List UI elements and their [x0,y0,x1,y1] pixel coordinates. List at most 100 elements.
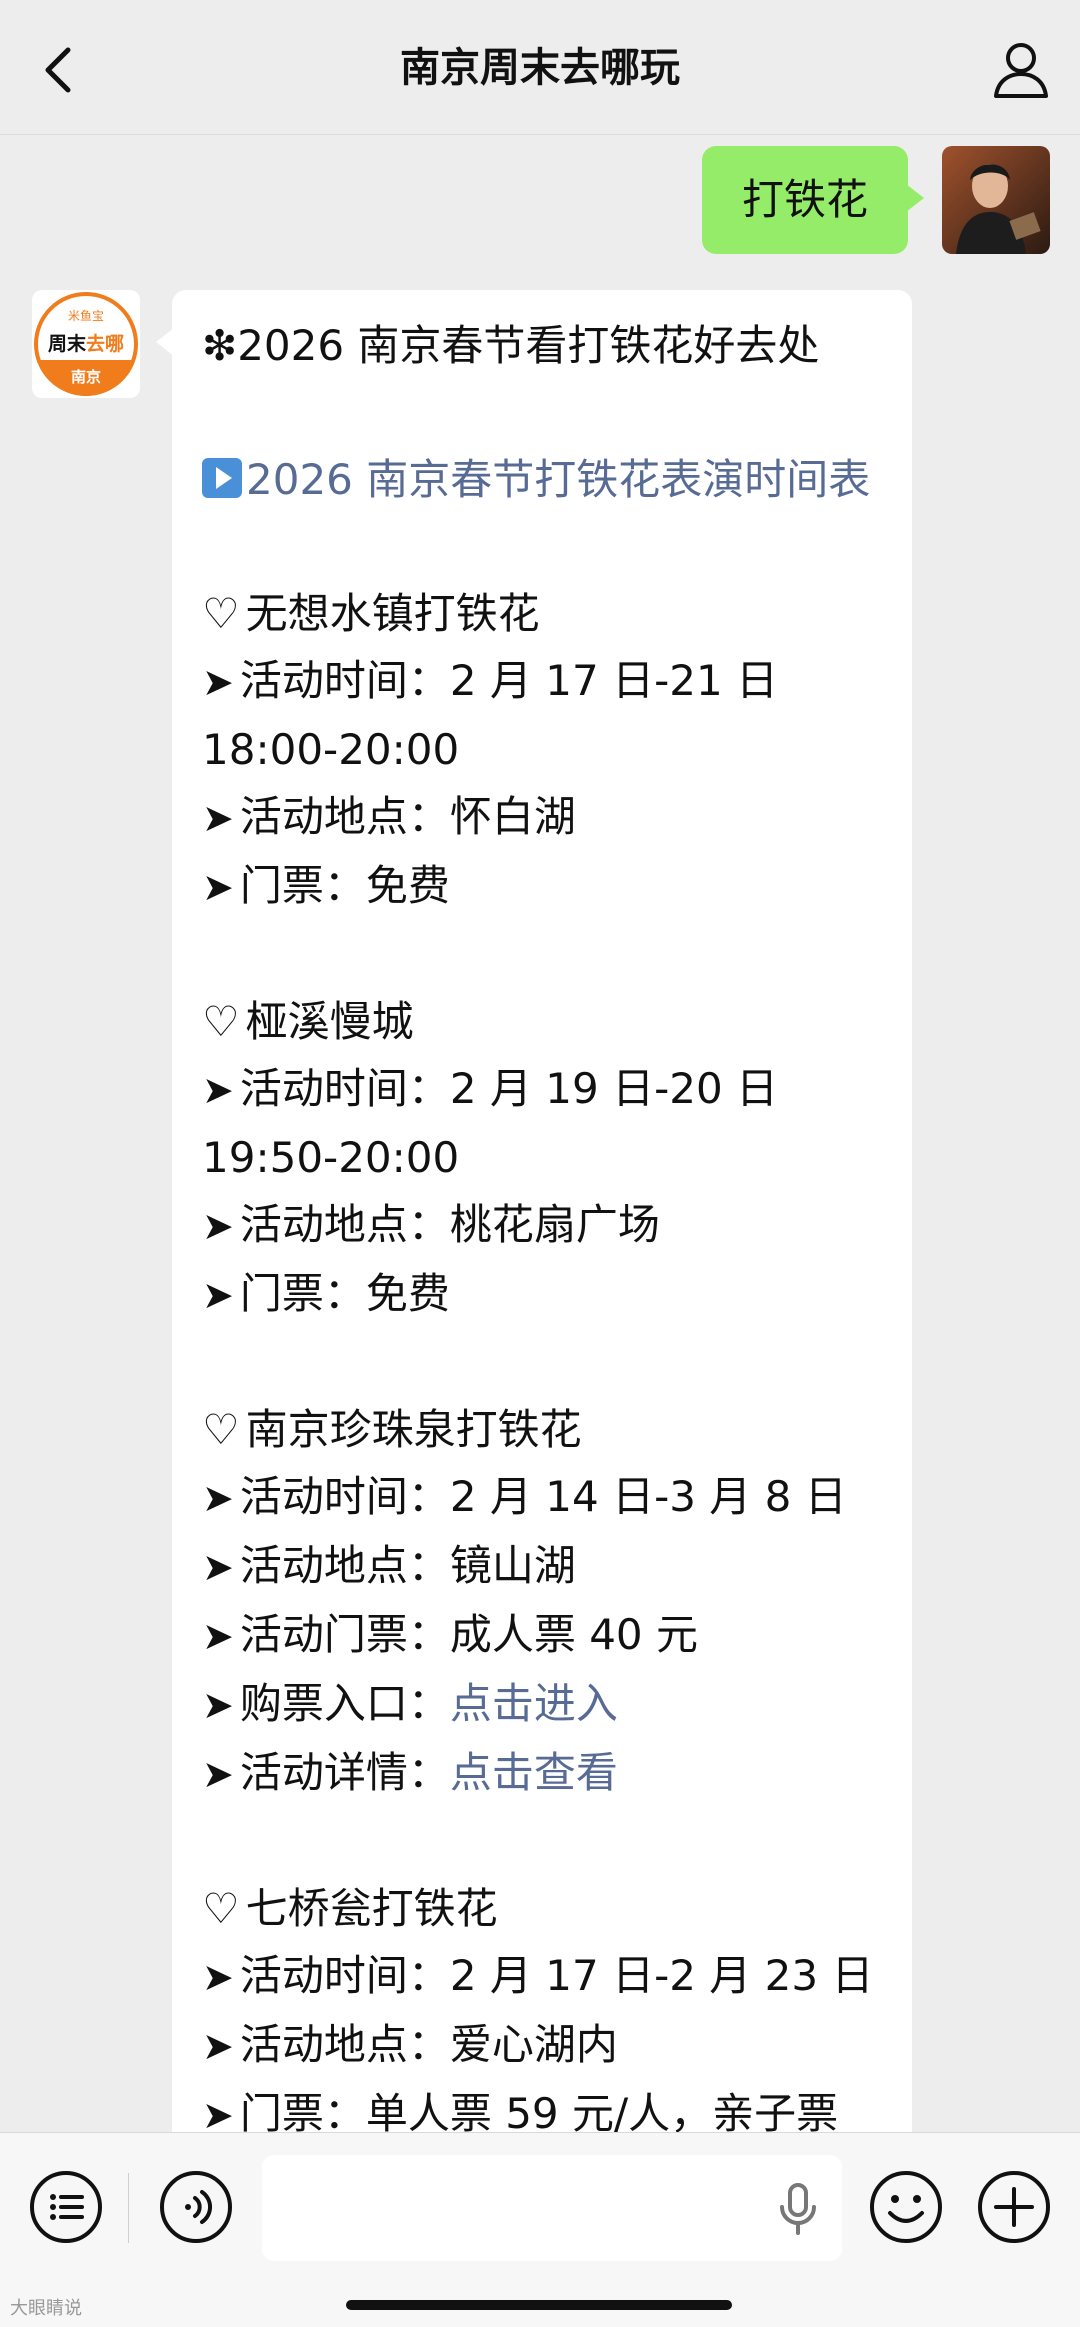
svg-text:南京: 南京 [71,368,101,386]
detail-value: 2 月 14 日-3 月 8 日 [449,1472,847,1521]
input-bar [0,2132,1080,2327]
venue-name-text: 七桥瓮打铁花 [245,1884,498,1933]
detail-label: 活动地点： [239,1541,450,1590]
voice-icon[interactable] [158,2169,234,2245]
detail-label: 活动时间： [239,1472,450,1521]
chat-area[interactable]: 打铁花 米鱼宝 周末去哪 南京 ❇2026 南京春节看打铁花好去处 2026 南… [0,134,1080,2132]
message-input[interactable] [262,2155,842,2261]
arrow-icon: ➤ [202,1752,234,1796]
detail-label: 门票： [239,1269,366,1318]
detail-label: 活动时间： [239,1064,450,1113]
venue-name-text: 无想水镇打铁花 [245,589,540,638]
microphone-icon[interactable] [778,2183,818,2235]
schedule-link-text: 2026 南京春节打铁花表演时间表 [246,455,871,504]
detail-label: 活动地点： [239,792,450,841]
venue-detail-row: ➤ 活动地点：镜山湖 [202,1532,892,1601]
chat-title: 南京周末去哪玩 [400,45,680,91]
venue-block: ♡ 南京珍珠泉打铁花 ➤ 活动时间：2 月 14 日-3 月 8 日 ➤ 活动地点：镜山湖… [202,1396,892,1875]
schedule-link[interactable]: 2026 南京春节打铁花表演时间表 [202,446,892,513]
venue-block: ♡ 桠溪慢城 ➤ 活动时间：2 月 19 日-20 日 19:50-20:00 ➤ 活动地… [202,988,892,1396]
arrow-icon: ➤ [202,1476,234,1520]
detail-link[interactable]: 点击进入 [450,1679,618,1728]
arrow-icon: ➤ [202,2024,234,2068]
arrow-icon: ➤ [202,1955,234,1999]
plus-icon[interactable] [976,2169,1052,2245]
detail-value: 2 月 17 日-2 月 23 日 [449,1951,874,2000]
detail-value: 镜山湖 [449,1541,576,1590]
arrow-icon: ➤ [202,660,234,704]
heart-icon: ♡ [202,1884,240,1933]
detail-value: 桃花扇广场 [449,1200,660,1249]
detail-label: 活动门票： [239,1610,450,1659]
arrow-icon: ➤ [202,1683,234,1727]
venue-detail-row: ➤ 活动时间：2 月 19 日-20 日 19:50-20:00 [202,1055,892,1191]
home-indicator[interactable] [346,2300,732,2310]
message-heading: ❇2026 南京春节看打铁花好去处 [202,321,820,370]
detail-label: 活动详情： [239,1748,450,1797]
detail-link[interactable]: 点击查看 [450,1748,618,1797]
svg-text:周末去哪: 周末去哪 [48,332,124,355]
venue-name: ♡ 桠溪慢城 [202,988,892,1055]
arrow-icon: ➤ [202,796,234,840]
venue-detail-row: ➤ 门票：免费 [202,852,892,921]
detail-label: 门票： [239,861,366,910]
detail-value: 免费 [365,1269,450,1318]
venue-list: ♡ 无想水镇打铁花 ➤ 活动时间：2 月 17 日-21 日 18:00-20:00 ➤… [202,580,892,2132]
venue-detail-row: ➤ 门票：免费 [202,1260,892,1329]
arrow-icon: ➤ [202,2093,234,2132]
venue-detail-row: ➤ 购票入口：点击进入 [202,1670,892,1739]
bot-avatar-logo: 米鱼宝 周末去哪 南京 [34,292,138,396]
venue-detail-row: ➤ 门票：单人票 59 元/人，亲子票 [202,2080,892,2132]
venue-detail-row: ➤ 活动时间：2 月 17 日-2 月 23 日 [202,1942,892,2011]
detail-value: 免费 [365,861,450,910]
arrow-icon: ➤ [202,865,234,909]
emoji-icon[interactable] [868,2169,944,2245]
detail-label: 购票入口： [239,1679,450,1728]
arrow-icon: ➤ [202,1204,234,1248]
arrow-icon: ➤ [202,1273,234,1317]
detail-value: 怀白湖 [449,792,576,841]
svg-text:米鱼宝: 米鱼宝 [68,309,104,323]
play-icon [202,458,242,498]
detail-label: 活动时间： [239,656,450,705]
heart-icon: ♡ [202,589,240,638]
detail-label: 门票： [239,2089,366,2132]
outgoing-message-text: 打铁花 [741,175,868,224]
detail-label: 活动地点： [239,2020,450,2069]
heart-icon: ♡ [202,1405,240,1454]
chevron-left-icon[interactable] [30,40,90,100]
bot-avatar[interactable]: 米鱼宝 周末去哪 南京 [32,290,140,398]
detail-value: 成人票 40 元 [449,1610,699,1659]
incoming-message[interactable]: ❇2026 南京春节看打铁花好去处 2026 南京春节打铁花表演时间表 ♡ 无想水… [156,290,912,2132]
title-bar: 南京周末去哪玩 [0,0,1080,135]
venue-detail-row: ➤ 活动门票：成人票 40 元 [202,1601,892,1670]
user-avatar-photo [942,146,1050,254]
arrow-icon: ➤ [202,1068,234,1112]
venue-detail-row: ➤ 活动地点：怀白湖 [202,783,892,852]
venue-detail-row: ➤ 活动详情：点击查看 [202,1739,892,1808]
list-menu-icon[interactable] [28,2169,104,2245]
watermark: 大眼睛说 [10,2298,82,2319]
venue-block: ♡ 无想水镇打铁花 ➤ 活动时间：2 月 17 日-21 日 18:00-20:00 ➤… [202,580,892,988]
message-body: ❇2026 南京春节看打铁花好去处 2026 南京春节打铁花表演时间表 ♡ 无想水… [202,312,892,2132]
detail-value: 爱心湖内 [449,2020,618,2069]
venue-detail-row: ➤ 活动地点：桃花扇广场 [202,1191,892,1260]
venue-block: ♡ 七桥瓮打铁花 ➤ 活动时间：2 月 17 日-2 月 23 日 ➤ 活动地点：爱心湖内… [202,1875,892,2132]
venue-detail-row: ➤ 活动时间：2 月 14 日-3 月 8 日 [202,1463,892,1532]
venue-detail-row: ➤ 活动时间：2 月 17 日-21 日 18:00-20:00 [202,647,892,783]
heart-icon: ♡ [202,997,240,1046]
venue-name-text: 桠溪慢城 [245,997,414,1046]
detail-label: 活动地点： [239,1200,450,1249]
arrow-icon: ➤ [202,1614,234,1658]
venue-name: ♡ 无想水镇打铁花 [202,580,892,647]
separator [128,2173,129,2243]
detail-value: 单人票 59 元/人，亲子票 [365,2089,839,2132]
person-icon[interactable] [988,36,1054,102]
arrow-icon: ➤ [202,1545,234,1589]
detail-label: 活动时间： [239,1951,450,2000]
venue-detail-row: ➤ 活动地点：爱心湖内 [202,2011,892,2080]
venue-name: ♡ 七桥瓮打铁花 [202,1875,892,1942]
venue-name: ♡ 南京珍珠泉打铁花 [202,1396,892,1463]
user-avatar[interactable] [942,146,1050,254]
outgoing-message[interactable]: 打铁花 [701,146,925,254]
